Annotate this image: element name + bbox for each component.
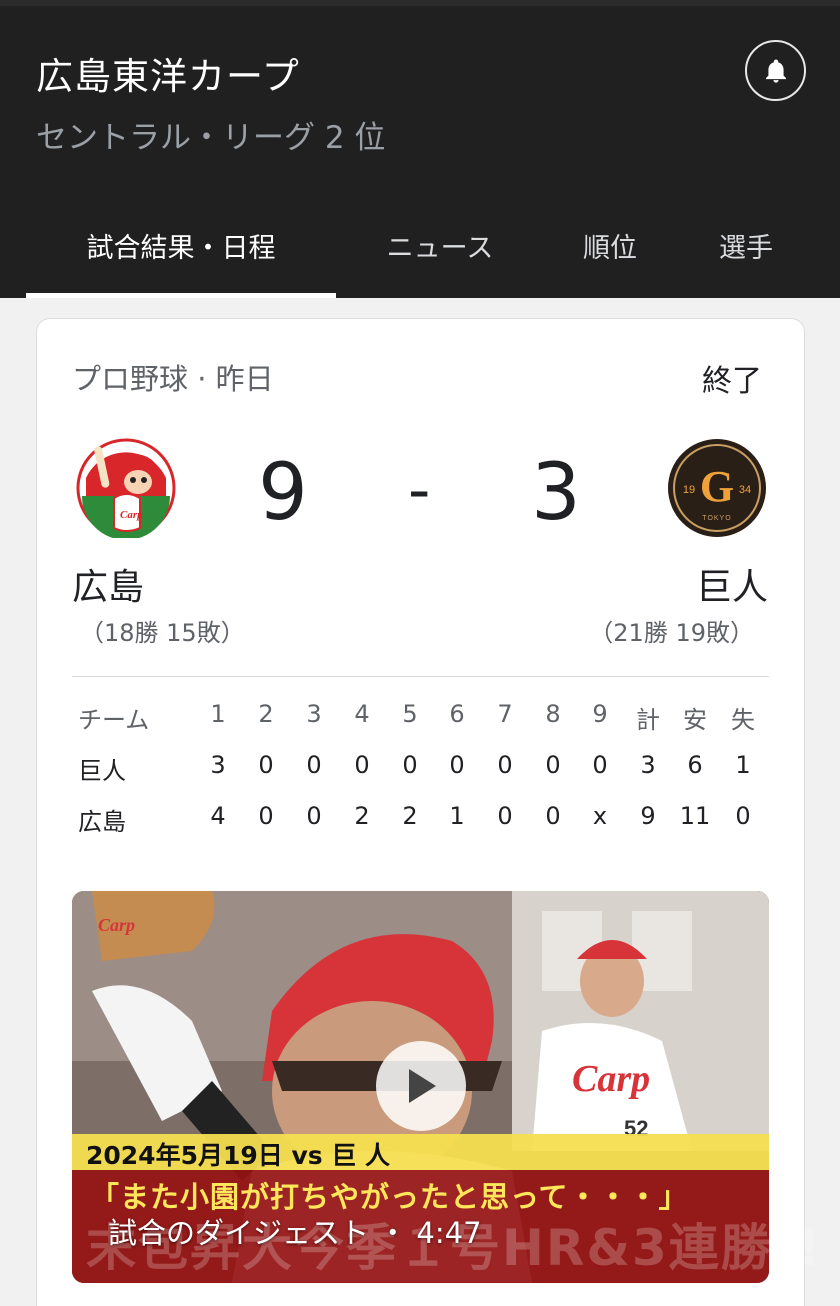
linescore-team: 巨人 [78,757,126,785]
home-score: 9 [258,448,308,538]
linescore-header-inning: 2 [258,700,274,728]
video-caption[interactable]: 試合のダイジェスト ・ 4:47 [108,1210,482,1252]
notification-button[interactable] [745,40,806,101]
linescore-cell: 0 [258,751,274,779]
play-button[interactable] [376,1041,466,1131]
linescore-cell: 0 [735,802,751,830]
carp-logo-graphic: Carp [76,438,176,540]
linescore-team: 広島 [78,808,126,836]
linescore-cell: 2 [354,802,370,830]
away-team-record: （21勝 19敗） [589,619,754,647]
svg-text:34: 34 [739,484,751,496]
svg-text:19: 19 [683,484,695,496]
linescore-cell: 3 [210,751,226,779]
linescore-header-inning: 6 [449,700,465,728]
video-date-text: 2024年5月19日 vs 巨 人 [86,1141,391,1170]
card-divider [72,676,769,677]
linescore-row-away: 巨人 3 0 0 0 0 0 0 0 0 3 6 1 [72,751,769,802]
tab-standings[interactable]: 順位 [560,212,660,298]
linescore-cell: 1 [449,802,465,830]
linescore-cell: 1 [735,751,751,779]
linescore-header-inning: 8 [545,700,561,728]
linescore-header-team: チーム [78,706,150,734]
active-tab-indicator [26,293,336,298]
linescore-cell: 2 [402,802,418,830]
linescore-cell: 6 [687,751,703,779]
linescore-cell: 0 [449,751,465,779]
game-meta: プロ野球 · 昨日 [72,362,274,396]
tab-bar: 試合結果・日程 ニュース 順位 選手 [0,212,840,298]
svg-text:TOKYO: TOKYO [702,515,731,522]
linescore-cell: 3 [640,751,656,779]
team-title: 広島東洋カープ [36,55,300,98]
giants-logo[interactable]: G 19 34 TOKYO [667,438,767,538]
score-separator: - [408,453,431,526]
bell-icon [765,58,786,83]
linescore-header-runs: 計 [636,706,660,734]
carp-logo[interactable]: Carp [76,438,176,540]
tab-news[interactable]: ニュース [360,212,520,298]
svg-text:Carp: Carp [572,1058,650,1100]
league-standing: セントラル・リーグ 2 位 [36,120,386,156]
linescore-cell: 0 [306,751,322,779]
linescore-header-errors: 失 [731,706,755,734]
giants-logo-graphic: G 19 34 TOKYO [668,439,766,537]
svg-text:Carp: Carp [120,509,143,521]
tab-results-schedule[interactable]: 試合結果・日程 [26,212,336,298]
linescore-table: チーム 1 2 3 4 5 6 7 8 9 計 安 失 巨人 3 0 0 0 0… [72,700,769,853]
linescore-cell: 0 [354,751,370,779]
game-status: 終了 [702,364,762,399]
linescore-cell: 0 [545,802,561,830]
linescore-cell: 0 [545,751,561,779]
away-score: 3 [531,448,581,538]
linescore-header-inning: 9 [592,700,608,728]
linescore-cell: x [592,802,608,830]
away-team-name[interactable]: 巨人 [696,558,768,610]
linescore-cell: 0 [258,802,274,830]
linescore-header-inning: 5 [402,700,418,728]
linescore-cell: 4 [210,802,226,830]
home-team-record: （18勝 15敗） [80,619,245,647]
svg-text:Carp: Carp [98,915,135,935]
linescore-cell: 9 [640,802,656,830]
linescore-cell: 0 [402,751,418,779]
linescore-cell: 0 [592,751,608,779]
linescore-cell: 11 [679,802,711,830]
linescore-header-inning: 1 [210,700,226,728]
linescore-header-hits: 安 [683,706,707,734]
linescore-cell: 0 [497,751,513,779]
home-team-name[interactable]: 広島 [72,558,144,610]
linescore-header-inning: 7 [497,700,513,728]
linescore-header-inning: 4 [354,700,370,728]
svg-text:G: G [700,462,734,511]
linescore-header-inning: 3 [306,700,322,728]
play-icon [409,1069,436,1103]
tab-players[interactable]: 選手 [700,212,792,298]
linescore-header-row: チーム 1 2 3 4 5 6 7 8 9 計 安 失 [72,700,769,751]
linescore-cell: 0 [497,802,513,830]
linescore-cell: 0 [306,802,322,830]
linescore-row-home: 広島 4 0 0 2 2 1 0 0 x 9 11 0 [72,802,769,853]
status-strip [0,0,840,6]
